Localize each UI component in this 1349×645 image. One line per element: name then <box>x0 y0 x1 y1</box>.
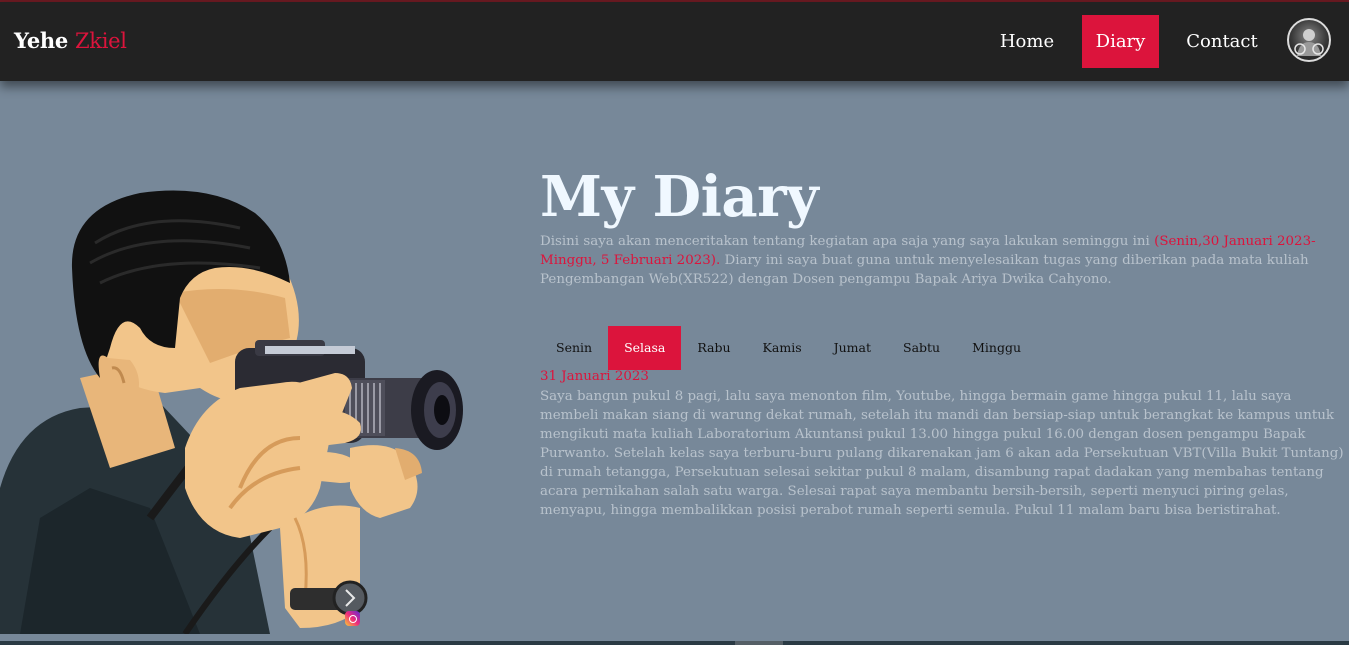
day-tabs: Senin Selasa Rabu Kamis Jumat Sabtu Ming… <box>540 326 1037 370</box>
tab-rabu[interactable]: Rabu <box>681 326 746 370</box>
nav-diary-link[interactable]: Diary <box>1082 15 1159 68</box>
photographer-illustration <box>0 188 470 636</box>
photographer-illustration-svg <box>0 190 463 636</box>
intro-paragraph: Disini saya akan menceritakan tentang ke… <box>540 232 1330 289</box>
horizontal-scrollbar[interactable] <box>0 641 1349 645</box>
tab-jumat[interactable]: Jumat <box>818 326 887 370</box>
profile-avatar[interactable] <box>1287 18 1331 62</box>
brand-first: Yehe <box>14 28 68 53</box>
page-title: My Diary <box>540 164 819 230</box>
nav-contact-link[interactable]: Contact <box>1174 15 1270 68</box>
instagram-icon[interactable] <box>345 611 360 626</box>
intro-text-start: Disini saya akan menceritakan tentang ke… <box>540 234 1155 249</box>
navbar: Yehe Zkiel Home Diary Contact <box>0 2 1349 81</box>
brand-second: Zkiel <box>74 29 127 53</box>
tab-selasa[interactable]: Selasa <box>608 326 682 370</box>
scrollbar-thumb[interactable] <box>735 641 783 645</box>
tab-kamis[interactable]: Kamis <box>747 326 818 370</box>
entry-text: Saya bangun pukul 8 pagi, lalu saya meno… <box>540 389 1344 518</box>
nav-home-link[interactable]: Home <box>988 15 1066 68</box>
avatar-image <box>1294 29 1324 56</box>
tab-senin[interactable]: Senin <box>540 326 608 370</box>
tab-minggu[interactable]: Minggu <box>956 326 1037 370</box>
brand-logo[interactable]: Yehe Zkiel <box>14 28 127 53</box>
entry-date: 31 Januari 2023 <box>540 369 649 384</box>
tab-sabtu[interactable]: Sabtu <box>887 326 956 370</box>
